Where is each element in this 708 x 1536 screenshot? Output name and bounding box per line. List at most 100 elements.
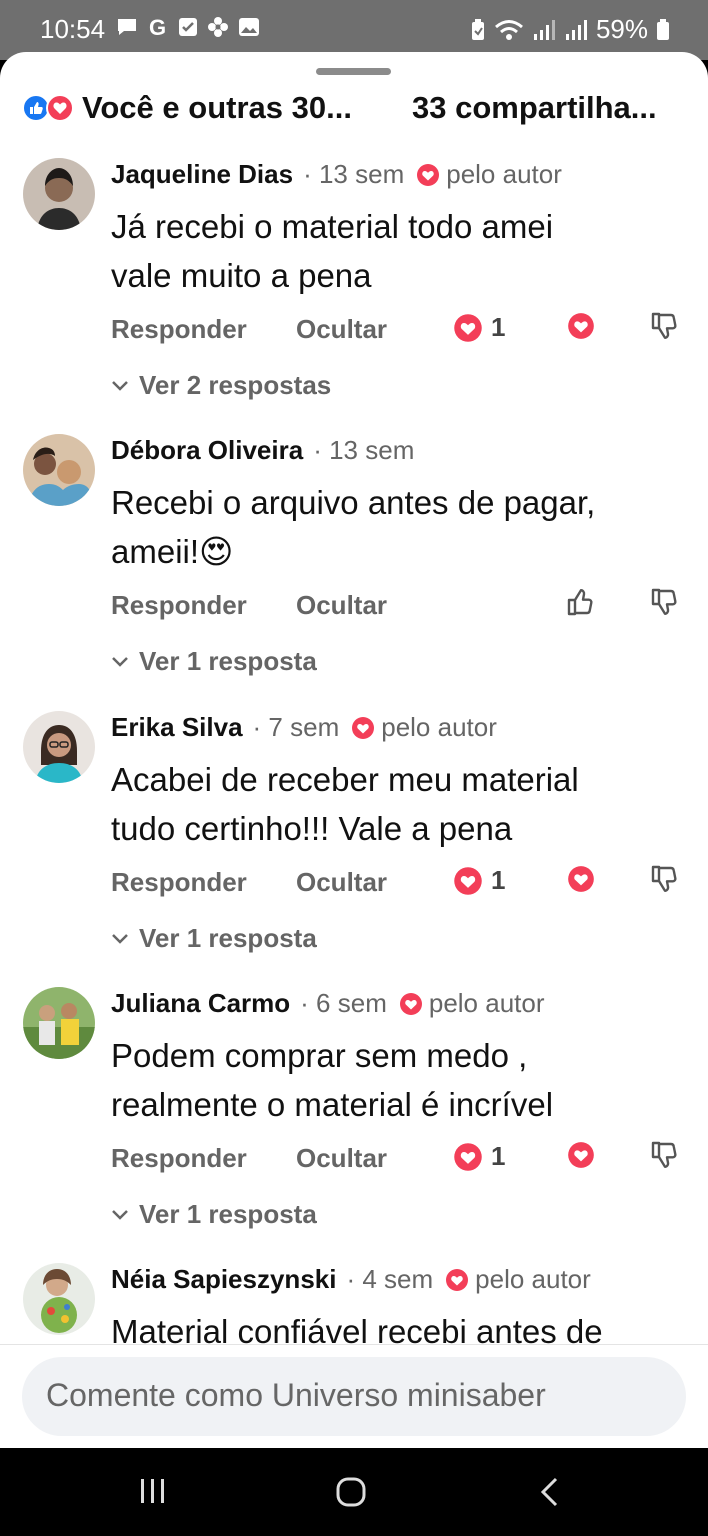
hide-button[interactable]: Ocultar [296,1143,387,1174]
view-replies-button[interactable]: Ver 1 resposta [111,1199,317,1230]
home-icon[interactable] [335,1476,367,1508]
comment-time[interactable]: · 4 sem [346,1264,433,1295]
author-name[interactable]: Jaqueline Dias [111,159,293,190]
author-name[interactable]: Juliana Carmo [111,988,290,1019]
dislike-icon[interactable] [648,1139,678,1171]
comment-actions: Responder Ocultar [111,588,681,626]
battery-saver-icon [471,18,484,40]
navigation-bar [0,1448,708,1536]
love-reaction-icon [454,866,482,895]
comment-actions: Responder Ocultar 1 [111,865,681,903]
reaction-count[interactable]: 1 [453,865,505,896]
dislike-icon[interactable] [648,863,678,895]
avatar[interactable] [23,987,95,1059]
dislike-icon[interactable] [648,586,678,618]
comment-text: Recebi o arquivo antes de pagar, ameii!😍 [111,478,691,576]
author-badge: pelo autor [445,1264,591,1295]
battery-icon [657,18,669,40]
view-replies-label: Ver 1 resposta [139,1199,317,1229]
author-name[interactable]: Néia Sapieszynski [111,1264,336,1295]
reactions-summary[interactable]: Você e outras 30... [82,90,382,126]
svg-text:G: G [149,16,166,38]
reaction-count-value: 1 [491,1141,506,1171]
comment-input-placeholder: Comente como Universo minisaber [46,1377,546,1413]
avatar[interactable] [23,158,95,230]
comments-list: Jaqueline Dias · 13 sem pelo autor Já re… [0,152,708,1348]
comment-text-line: realmente o material é incrível [111,1086,554,1123]
comment-time[interactable]: · 13 sem [303,159,404,190]
love-button-icon[interactable] [567,1141,595,1169]
comment-input[interactable]: Comente como Universo minisaber [22,1357,686,1436]
author-name[interactable]: Erika Silva [111,712,243,743]
love-button-icon[interactable] [567,312,595,340]
chevron-down-icon [112,933,128,944]
comment-time[interactable]: · 13 sem [313,435,414,466]
reply-button[interactable]: Responder [111,590,247,621]
flower-icon [208,17,228,37]
hide-button[interactable]: Ocultar [296,867,387,898]
status-bar: 10:54 G 59% [0,0,708,60]
comment-text-line: Acabei de receber meu material [111,761,579,798]
hide-button[interactable]: Ocultar [296,314,387,345]
battery-percent: 59% [595,14,648,44]
view-replies-label: Ver 2 respostas [139,370,332,400]
dislike-icon[interactable] [648,310,678,342]
comment-text: Podem comprar sem medo , realmente o mat… [111,1031,691,1129]
reply-button[interactable]: Responder [111,867,247,898]
comment-header: Jaqueline Dias · 13 sem pelo autor [111,159,562,190]
view-replies-button[interactable]: Ver 1 resposta [111,646,317,677]
hide-button[interactable]: Ocultar [296,590,387,621]
like-icon[interactable] [566,586,596,618]
signal-icon [533,19,555,40]
avatar[interactable] [23,711,95,783]
author-badge-label: pelo autor [475,1264,591,1294]
comment-text-line: Material confiável recebi antes de [111,1313,603,1348]
avatar[interactable] [23,434,95,506]
reaction-icons [22,94,74,122]
heart-eyes-emoji: 😍 [199,533,234,570]
avatar[interactable] [23,1263,95,1335]
love-reaction-icon [46,94,74,122]
reaction-count-value: 1 [491,865,506,895]
comment-text-fragment: ameii! [111,533,200,570]
comment-text: Já recebi o material todo amei vale muit… [111,202,691,300]
notification-icons: G [116,16,260,38]
back-icon[interactable] [536,1476,564,1508]
reply-button[interactable]: Responder [111,314,247,345]
reaction-count[interactable]: 1 [453,312,505,343]
view-replies-button[interactable]: Ver 1 resposta [111,923,317,954]
comment-text-line: tudo certinho!!! Vale a pena [111,810,513,847]
author-badge-label: pelo autor [381,712,497,742]
comment-time[interactable]: · 6 sem [300,988,387,1019]
view-replies-button[interactable]: Ver 2 respostas [111,370,331,401]
author-badge-label: pelo autor [428,988,545,1018]
comment-text-line: Podem comprar sem medo , [111,1037,528,1074]
comment-text: Material confiável recebi antes de [111,1307,691,1348]
comment-time[interactable]: · 7 sem [253,712,340,743]
chevron-down-icon [112,380,128,391]
shares-summary[interactable]: 33 compartilha... [412,90,657,126]
google-icon: G [149,16,166,38]
view-replies-label: Ver 1 resposta [139,646,317,676]
author-badge-label: pelo autor [446,159,562,189]
comment-header: Débora Oliveira · 13 sem [111,435,414,466]
love-badge-icon [446,1268,469,1291]
love-button-icon[interactable] [567,865,595,893]
comment-text: Acabei de receber meu material tudo cert… [111,755,691,853]
author-name[interactable]: Débora Oliveira [111,435,303,466]
recent-apps-icon[interactable] [138,1476,168,1506]
comments-sheet: Você e outras 30... 33 compartilha... Ja… [0,52,708,1448]
clock: 10:54 [40,14,106,44]
comment-header: Juliana Carmo · 6 sem pelo autor [111,988,545,1019]
reaction-count[interactable]: 1 [453,1141,505,1172]
comment-header: Erika Silva · 7 sem pelo autor [111,712,497,743]
reactions-header[interactable]: Você e outras 30... 33 compartilha... [22,88,692,128]
reaction-count-value: 1 [491,312,506,342]
drag-handle[interactable] [316,68,391,75]
love-badge-icon [352,716,375,739]
reply-button[interactable]: Responder [111,1143,247,1174]
comment-text-line: Já recebi o material todo amei [111,208,554,245]
author-badge: pelo autor [351,712,497,743]
comment-header: Néia Sapieszynski · 4 sem pelo autor [111,1264,591,1295]
chevron-down-icon [112,656,128,667]
